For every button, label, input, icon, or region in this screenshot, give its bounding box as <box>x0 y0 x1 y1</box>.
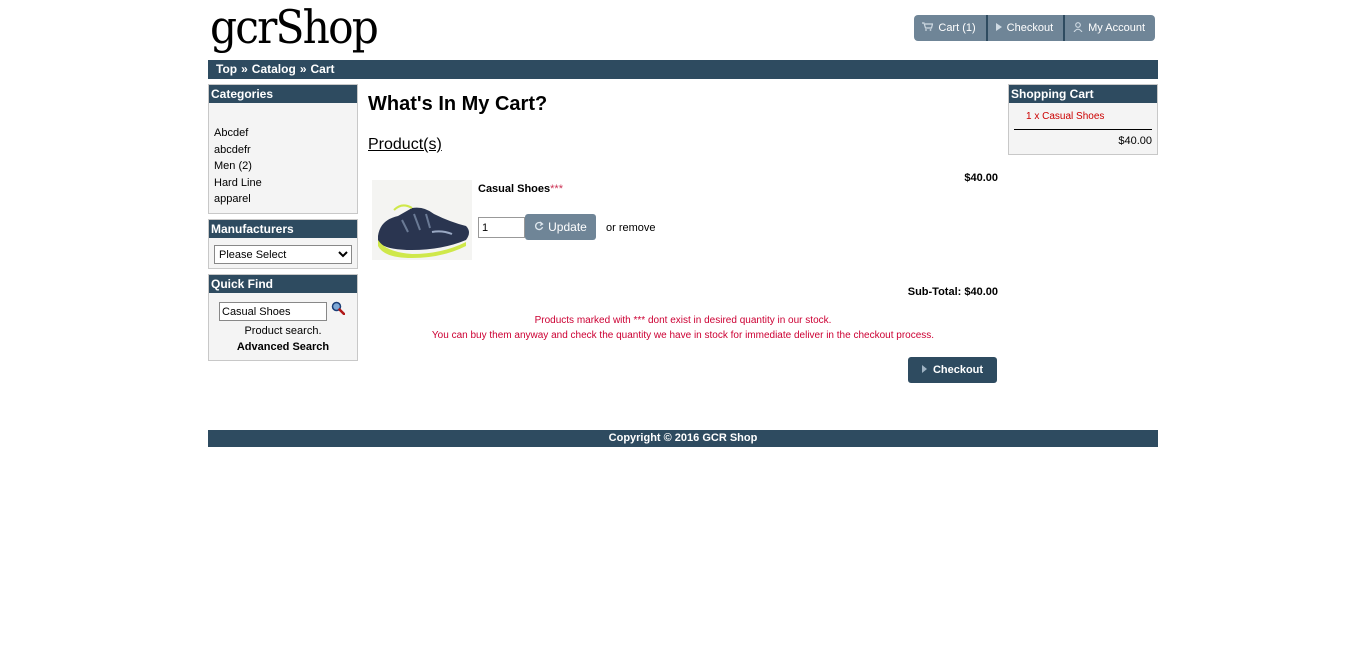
my-account-label: My Account <box>1088 22 1145 34</box>
breadcrumb-separator: » <box>241 62 248 76</box>
user-icon <box>1073 21 1083 35</box>
breadcrumb-catalog[interactable]: Catalog <box>252 62 296 76</box>
cart-box-item[interactable]: 1 x Casual Shoes <box>1026 111 1104 122</box>
cart-button[interactable]: Cart (1) <box>914 15 988 41</box>
stock-warning-mark: *** <box>550 183 563 195</box>
checkout-button-label: Checkout <box>932 364 984 376</box>
manufacturers-box: Manufacturers Please Select <box>208 219 358 269</box>
checkout-button[interactable]: Checkout <box>908 357 997 383</box>
subtotal: Sub-Total: $40.00 <box>907 286 998 298</box>
category-item[interactable]: Men (2) <box>214 158 357 175</box>
update-button[interactable]: Update <box>525 214 596 240</box>
product-name[interactable]: Casual Shoes*** <box>478 183 563 195</box>
shopping-cart-title: Shopping Cart <box>1009 85 1157 103</box>
breadcrumb-cart[interactable]: Cart <box>311 62 335 76</box>
quantity-input[interactable] <box>478 217 525 238</box>
products-heading: Product(s) <box>368 136 442 153</box>
category-item[interactable]: Hard Line <box>214 175 357 192</box>
breadcrumb-separator: » <box>299 62 307 76</box>
quick-find-box: Quick Find Product search. Advanced Sear… <box>208 274 358 361</box>
product-name-text: Casual Shoes <box>478 183 551 195</box>
cart-button-label: Cart (1) <box>938 22 976 34</box>
category-item[interactable]: abcdefr <box>214 142 357 159</box>
update-button-label: Update <box>548 220 587 234</box>
product-price: $40.00 <box>964 172 998 184</box>
refresh-icon <box>534 220 544 234</box>
stock-notice-line: Products marked with *** dont exist in d… <box>534 315 832 326</box>
cart-box-total: $40.00 <box>1118 135 1152 147</box>
quick-find-title: Quick Find <box>209 275 357 293</box>
play-icon <box>921 365 927 375</box>
play-icon <box>995 22 1002 34</box>
advanced-search-link[interactable]: Advanced Search <box>209 341 357 353</box>
divider <box>1014 129 1152 130</box>
cart-icon <box>922 22 934 34</box>
search-icon[interactable] <box>331 301 346 316</box>
breadcrumb-top[interactable]: Top <box>216 62 237 76</box>
breadcrumb: Top» Catalog» Cart <box>208 60 1158 79</box>
site-logo[interactable]: gcrShop <box>210 2 379 52</box>
my-account-button[interactable]: My Account <box>1065 15 1155 41</box>
categories-box: Categories Abcdef abcdefr Men (2) Hard L… <box>208 84 358 214</box>
checkout-nav-label: Checkout <box>1006 22 1054 34</box>
manufacturers-title: Manufacturers <box>209 220 357 238</box>
checkout-nav-button[interactable]: Checkout <box>987 15 1066 41</box>
product-image[interactable] <box>372 180 472 260</box>
manufacturer-select[interactable]: Please Select <box>214 245 352 264</box>
stock-notice-line: You can buy them anyway and check the qu… <box>431 330 935 341</box>
top-navigation: Cart (1) Checkout My Account <box>914 15 1155 41</box>
remove-link[interactable]: or remove <box>606 222 656 234</box>
stock-notice: Products marked with *** dont exist in d… <box>368 313 998 343</box>
category-item[interactable]: Abcdef <box>214 125 357 142</box>
product-search-label: Product search. <box>244 325 322 337</box>
categories-title: Categories <box>209 85 357 103</box>
footer: Copyright © 2016 GCR Shop <box>208 430 1158 447</box>
page-title: What's In My Cart? <box>368 93 548 115</box>
category-item[interactable]: apparel <box>214 191 357 208</box>
search-input[interactable] <box>219 302 327 321</box>
copyright-text: Copyright © 2016 GCR Shop <box>608 432 758 444</box>
shopping-cart-box: Shopping Cart 1 x Casual Shoes $40.00 <box>1008 84 1158 155</box>
